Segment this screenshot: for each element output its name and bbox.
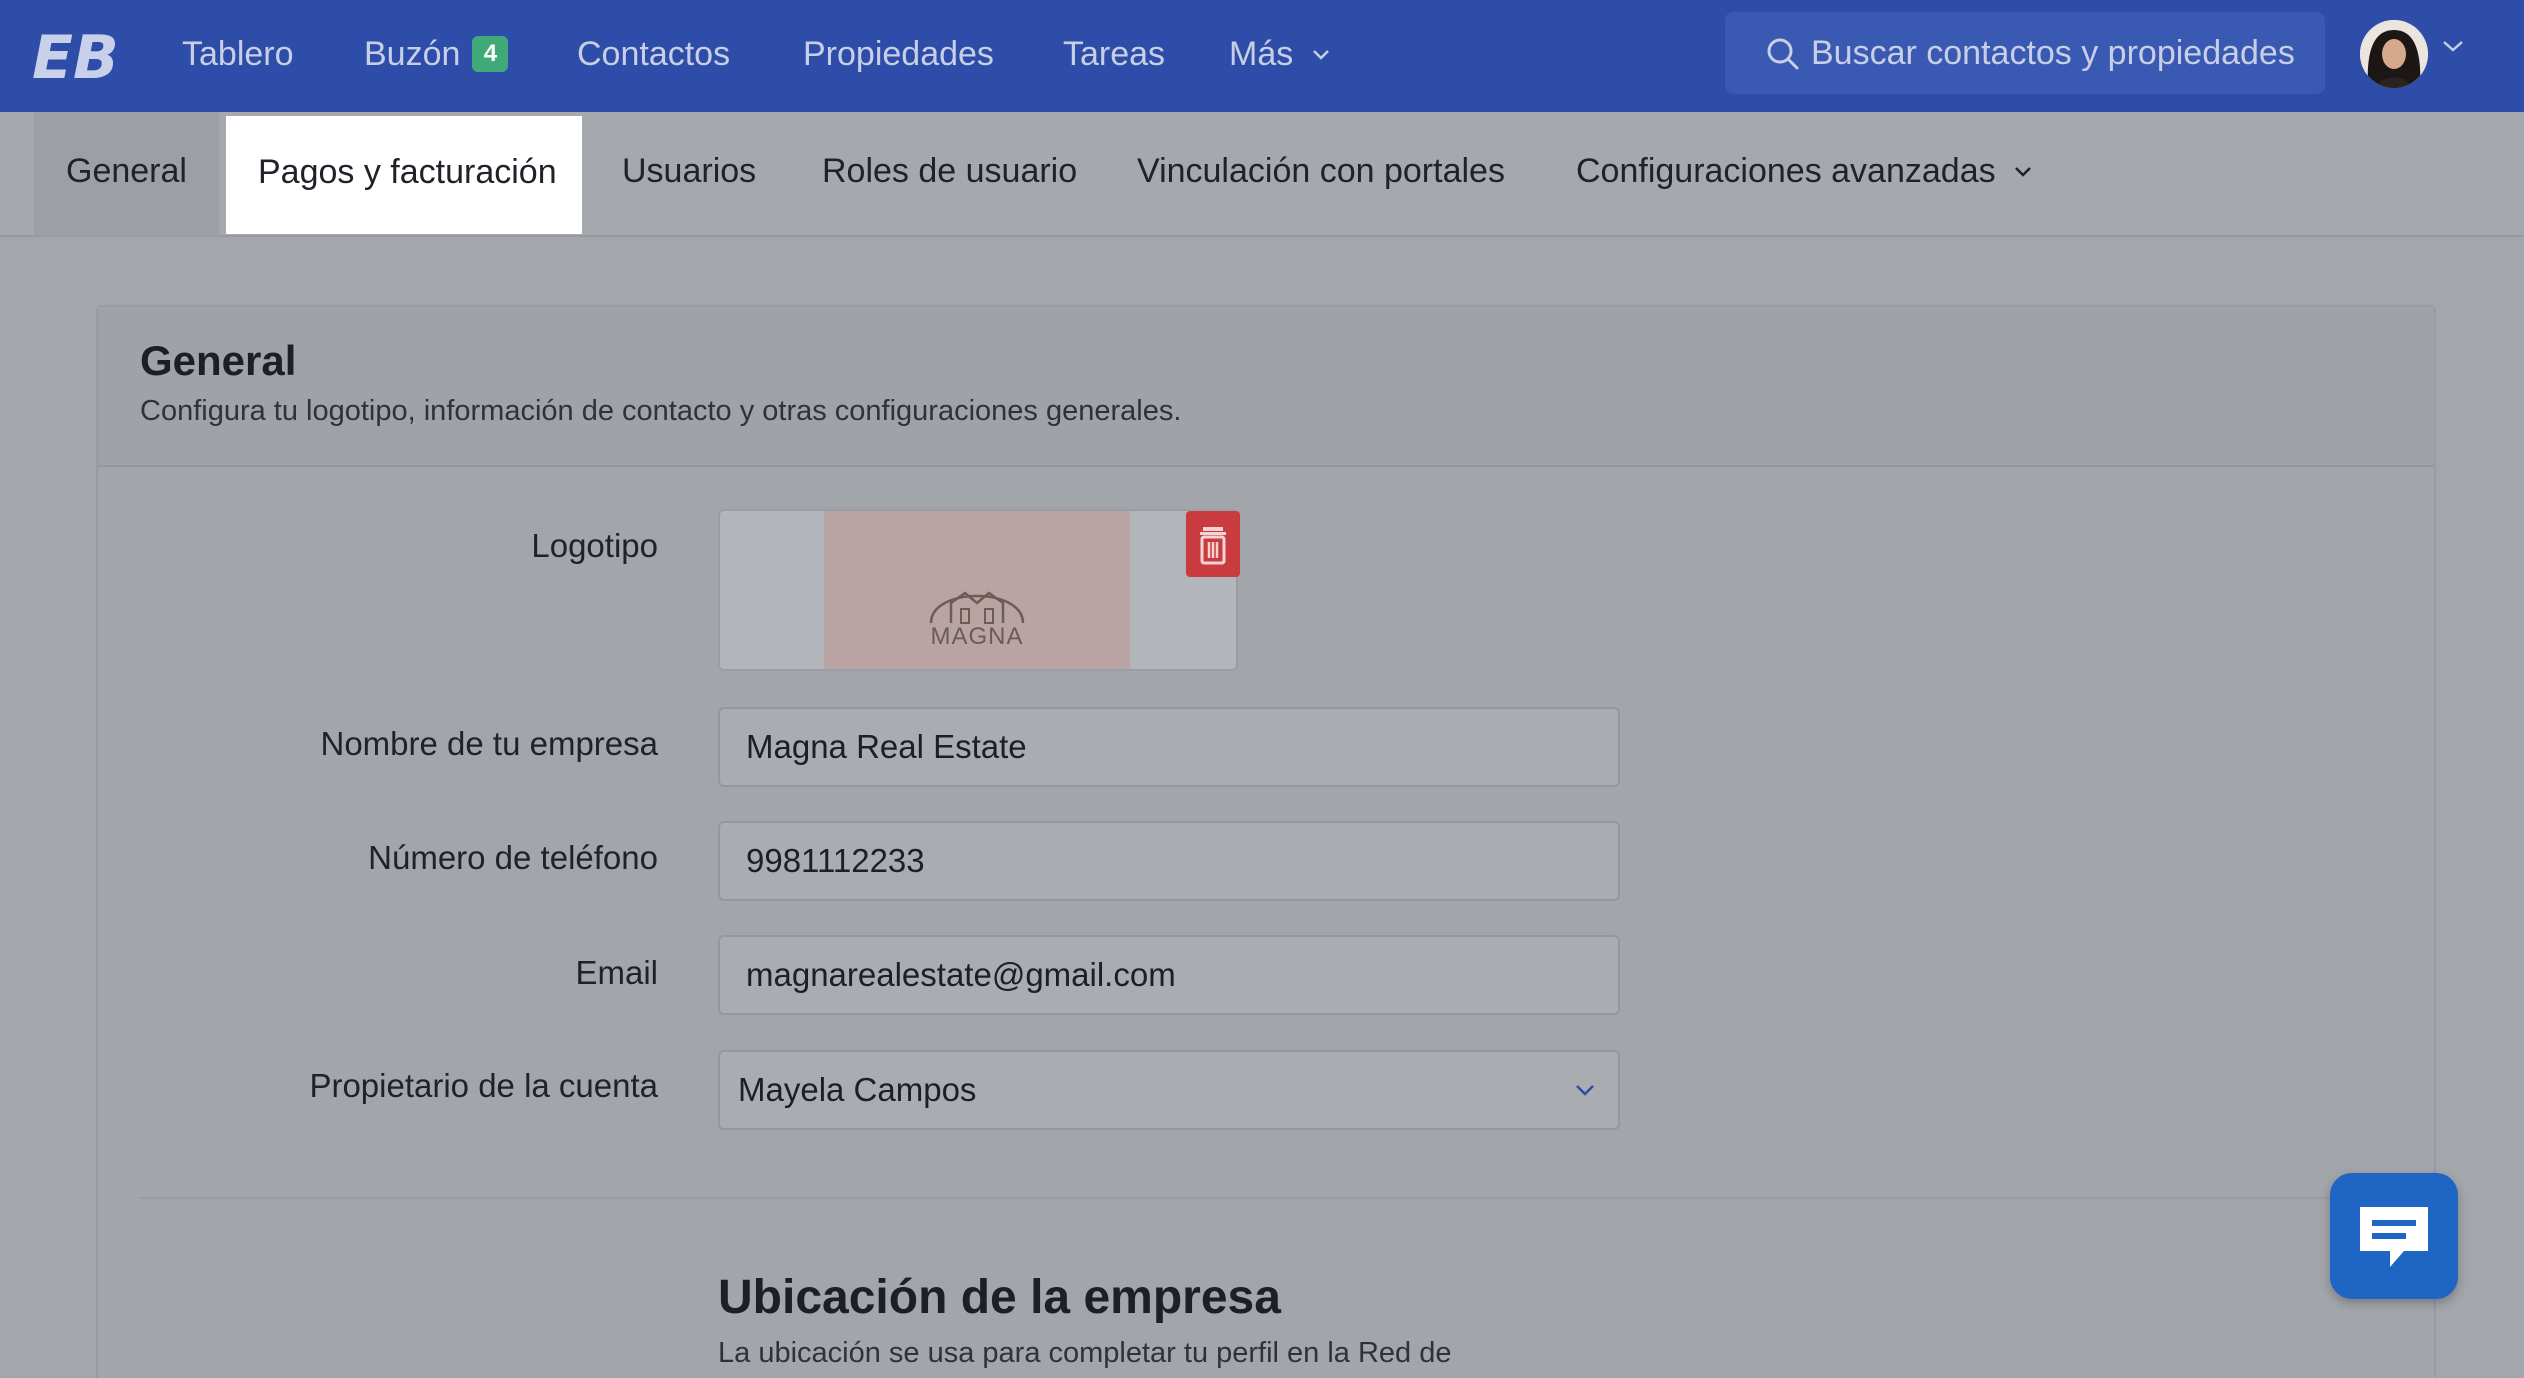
nav-propiedades[interactable]: Propiedades — [803, 30, 994, 78]
search-icon — [1767, 38, 1799, 70]
logo-preview: MAGNA — [824, 511, 1130, 669]
tab-vinculacion-portales[interactable]: Vinculación con portales — [1105, 112, 1537, 236]
nav-mas[interactable]: Más — [1229, 30, 1331, 78]
tab-configuraciones-label: Configuraciones avanzadas — [1576, 152, 1996, 190]
general-settings-card: General Configura tu logotipo, informaci… — [96, 305, 2436, 1378]
top-navbar: EB Tablero Buzón 4 Contactos Propiedades … — [0, 0, 2524, 112]
nav-tareas[interactable]: Tareas — [1063, 30, 1165, 78]
logo-upload[interactable]: MAGNA — [718, 509, 1238, 671]
tab-configuraciones-avanzadas[interactable]: Configuraciones avanzadas — [1544, 112, 2065, 236]
chevron-down-icon — [1576, 1085, 1594, 1096]
email-label: Email — [575, 954, 658, 991]
nav-buzon[interactable]: Buzón 4 — [364, 30, 509, 78]
settings-tabs: General Pagos y facturación Usuarios Rol… — [0, 112, 2524, 237]
search-input[interactable]: Buscar contactos y propiedades — [1725, 12, 2325, 94]
chat-button[interactable] — [2330, 1173, 2458, 1299]
search-placeholder: Buscar contactos y propiedades — [1811, 34, 2295, 72]
location-subtitle: La ubicación se usa para completar tu pe… — [718, 1337, 1452, 1369]
company-label: Nombre de tu empresa — [320, 725, 659, 762]
email-field[interactable]: magnarealestate@gmail.com — [718, 935, 1620, 1015]
app-logo[interactable]: EB — [32, 22, 118, 88]
tab-usuarios[interactable]: Usuarios — [590, 112, 788, 236]
form-labels: Logotipo Nombre de tu empresa Número de … — [98, 307, 658, 1207]
nav-buzon-label: Buzón — [364, 35, 461, 73]
chevron-down-icon — [2015, 167, 2031, 177]
tab-roles-usuario[interactable]: Roles de usuario — [790, 112, 1109, 236]
chevron-down-icon — [1312, 50, 1329, 60]
trash-icon — [1200, 527, 1226, 565]
phone-field[interactable]: 9981112233 — [718, 821, 1620, 901]
owner-select[interactable]: Mayela Campos — [718, 1050, 1620, 1130]
delete-logo-button[interactable] — [1186, 511, 1240, 577]
logo-brand-text: MAGNA — [930, 623, 1024, 650]
owner-label: Propietario de la cuenta — [309, 1067, 658, 1104]
nav-tablero[interactable]: Tablero — [182, 30, 294, 78]
avatar[interactable] — [2360, 20, 2428, 88]
chevron-down-icon[interactable] — [2440, 36, 2466, 56]
svg-text:EB: EB — [32, 23, 118, 88]
nav-contactos[interactable]: Contactos — [577, 30, 730, 78]
tab-general[interactable]: General — [34, 112, 219, 236]
nav-mas-label: Más — [1229, 35, 1294, 73]
tab-pagos-facturacion[interactable]: Pagos y facturación — [226, 116, 582, 234]
phone-label: Número de teléfono — [368, 839, 658, 876]
avatar-photo — [2360, 20, 2428, 88]
owner-select-value: Mayela Campos — [738, 1071, 977, 1108]
company-name-field[interactable]: Magna Real Estate — [718, 707, 1620, 787]
section-divider — [140, 1197, 2390, 1199]
chat-icon — [2360, 1207, 2428, 1267]
logo-label: Logotipo — [531, 527, 658, 564]
unread-badge: 4 — [472, 36, 509, 72]
location-title: Ubicación de la empresa — [718, 1271, 1281, 1324]
